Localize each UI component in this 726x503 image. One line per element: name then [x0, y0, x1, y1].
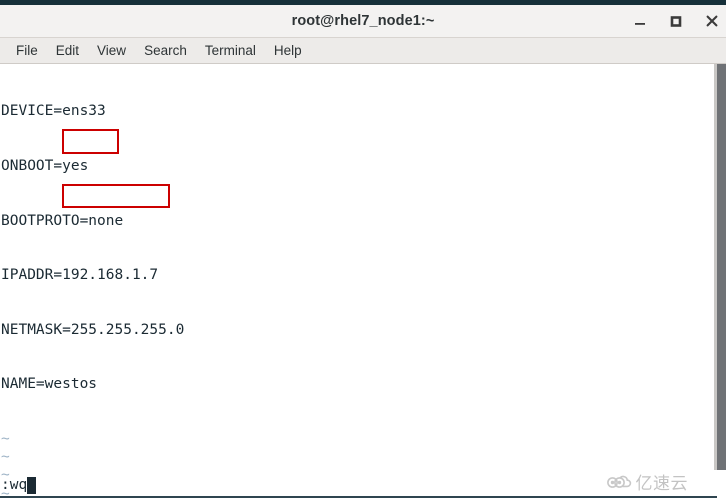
vim-line-name: NAME=westos — [1, 376, 98, 393]
vim-empty-line-marker: ~ — [1, 449, 10, 466]
cloud-icon — [606, 473, 632, 491]
watermark: 亿速云 — [606, 469, 689, 494]
close-icon[interactable] — [704, 13, 720, 29]
menu-item-view[interactable]: View — [88, 38, 135, 63]
menu-bar: File Edit View Search Terminal Help — [0, 38, 726, 64]
minimize-icon[interactable] — [632, 13, 648, 29]
window-controls — [632, 5, 720, 37]
window-bottom-edge — [0, 496, 717, 498]
vim-line-onboot: ONBOOT=yes — [1, 158, 89, 174]
vim-line-bootproto: BOOTPROTO=none — [1, 212, 124, 229]
vim-line-device: DEVICE=ens33 — [1, 103, 106, 120]
vim-command-line[interactable]: :wq — [1, 476, 37, 494]
window-titlebar[interactable]: root@rhel7_node1:~ — [0, 5, 726, 38]
watermark-text: 亿速云 — [635, 474, 688, 494]
text-cursor — [27, 476, 37, 494]
vim-empty-line-marker: ~ — [1, 430, 10, 447]
vim-command-text: :wq — [1, 477, 28, 493]
menu-item-edit[interactable]: Edit — [47, 38, 88, 63]
vim-buffer: DEVICE=ens33 ONBOOT=yes BOOTPROTO=none I… — [0, 64, 184, 503]
terminal-content-area[interactable]: DEVICE=ens33 ONBOOT=yes BOOTPROTO=none I… — [0, 64, 726, 503]
menu-item-help[interactable]: Help — [265, 38, 311, 63]
menu-item-terminal[interactable]: Terminal — [196, 38, 265, 63]
menu-item-search[interactable]: Search — [135, 38, 196, 63]
menu-item-file[interactable]: File — [7, 38, 47, 63]
window-title: root@rhel7_node1:~ — [291, 13, 435, 29]
maximize-icon[interactable] — [668, 13, 684, 29]
window-right-edge — [717, 64, 726, 470]
vim-line-ipaddr: IPADDR=192.168.1.7 — [1, 267, 159, 284]
vim-line-netmask: NETMASK=255.255.255.0 — [1, 321, 185, 338]
terminal-window: root@rhel7_node1:~ File Edit View Search… — [0, 0, 726, 503]
